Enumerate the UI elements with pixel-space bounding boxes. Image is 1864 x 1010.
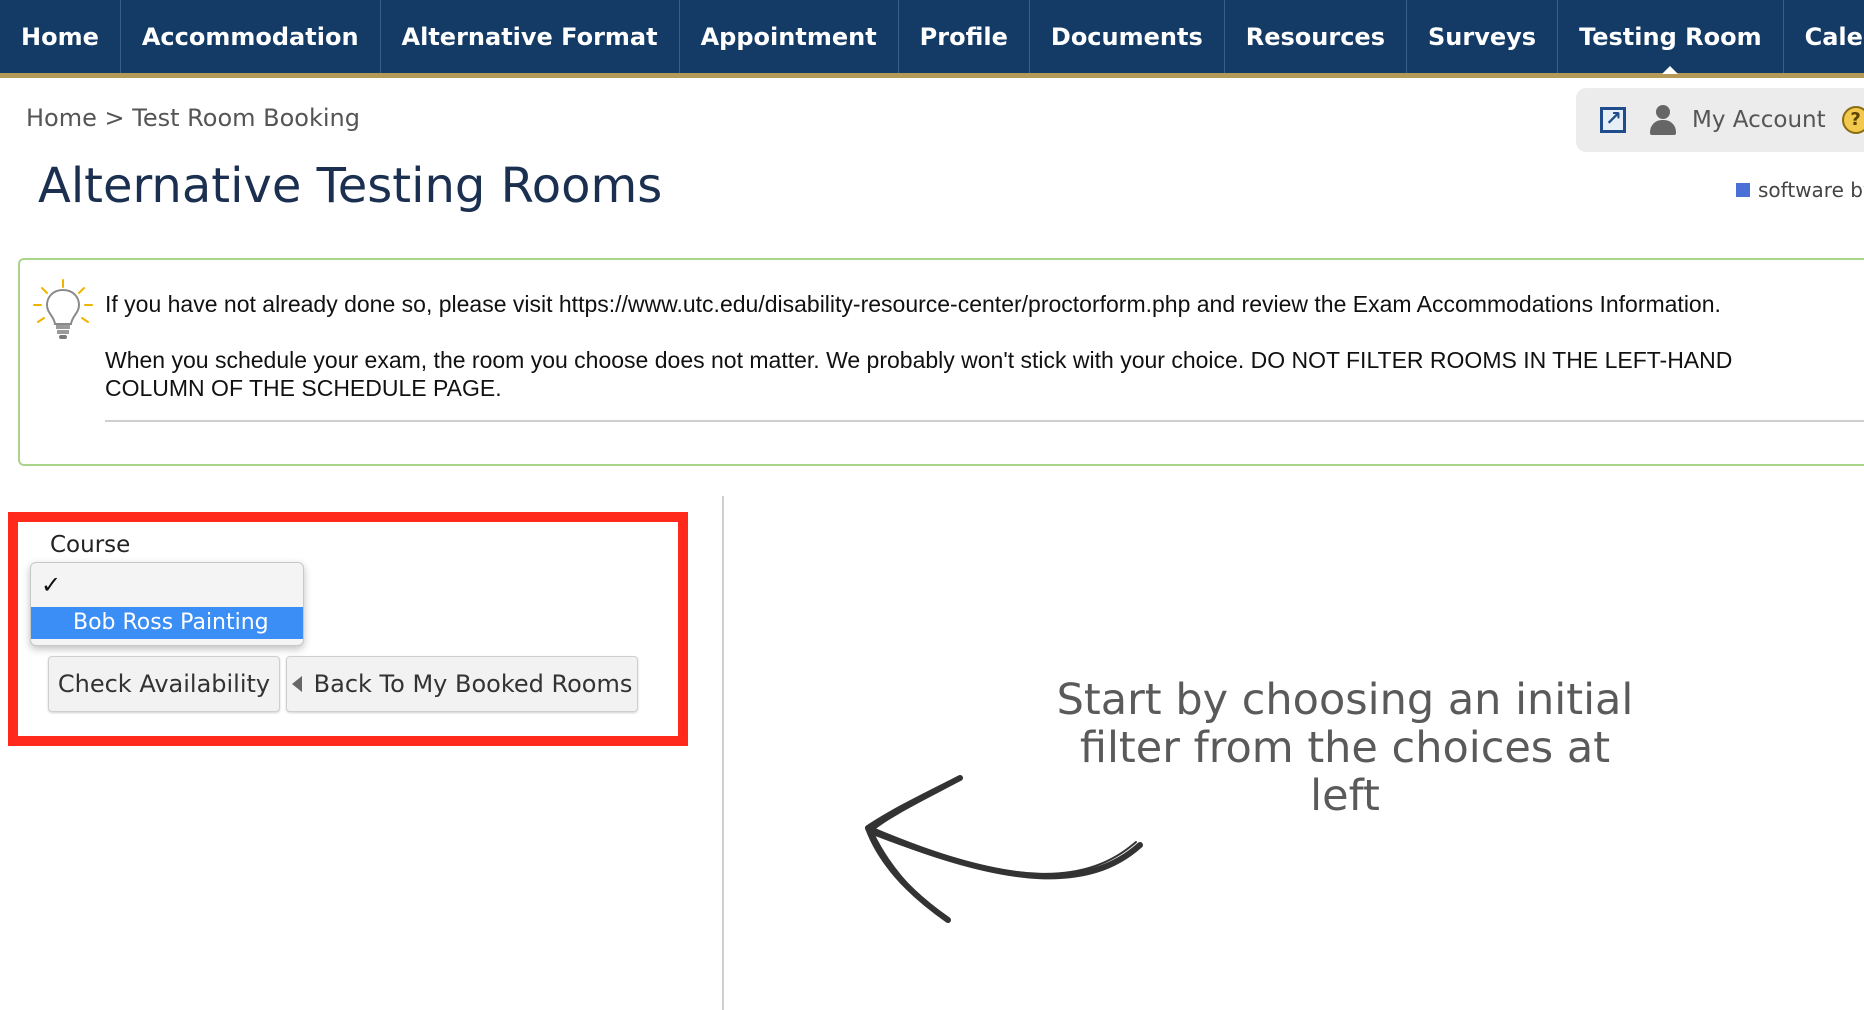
breadcrumb-separator: > bbox=[104, 104, 125, 132]
nav-item-documents[interactable]: Documents bbox=[1030, 0, 1225, 73]
nav-item-surveys[interactable]: Surveys bbox=[1407, 0, 1559, 73]
my-account-link[interactable]: My Account bbox=[1692, 107, 1826, 133]
check-availability-label: Check Availability bbox=[57, 670, 271, 698]
notice-text: If you have not already done so, please … bbox=[105, 290, 1825, 430]
course-option-bob-ross-painting[interactable]: Bob Ross Painting bbox=[31, 607, 303, 639]
breadcrumb-home-link[interactable]: Home bbox=[26, 104, 97, 132]
course-option-blank[interactable]: ✓ bbox=[31, 563, 303, 607]
lightbulb-icon bbox=[33, 279, 93, 339]
course-label: Course bbox=[50, 532, 131, 558]
nav-item-calendar[interactable]: Calendar bbox=[1784, 0, 1864, 73]
popout-icon[interactable] bbox=[1600, 106, 1626, 133]
account-bar: My Account ? bbox=[1576, 88, 1864, 152]
column-divider bbox=[722, 496, 724, 1010]
nav-item-profile[interactable]: Profile bbox=[899, 0, 1030, 73]
notice-divider bbox=[105, 420, 1864, 422]
notice-line-room-choice: When you schedule your exam, the room yo… bbox=[105, 347, 1733, 401]
back-to-booked-rooms-label: Back To My Booked Rooms bbox=[313, 670, 633, 698]
nav-item-testing-room[interactable]: Testing Room bbox=[1558, 0, 1784, 74]
help-icon[interactable]: ? bbox=[1841, 106, 1864, 134]
filter-hint-line-1: Start by choosing an initial bbox=[1056, 675, 1634, 725]
software-by-credit[interactable]: software by bbox=[1736, 178, 1864, 202]
arrow-left-icon bbox=[291, 676, 302, 692]
top-navigation: Home Accommodation Alternative Format Ap… bbox=[0, 0, 1864, 78]
checkmark-icon: ✓ bbox=[41, 571, 62, 599]
vendor-logo-icon bbox=[1736, 183, 1750, 197]
nav-item-accommodation[interactable]: Accommodation bbox=[121, 0, 381, 73]
back-to-booked-rooms-button[interactable]: Back To My Booked Rooms bbox=[286, 656, 638, 712]
notice-panel: If you have not already done so, please … bbox=[18, 258, 1864, 466]
nav-item-alternative-format[interactable]: Alternative Format bbox=[381, 0, 680, 73]
nav-item-resources[interactable]: Resources bbox=[1225, 0, 1407, 73]
check-availability-button[interactable]: Check Availability bbox=[48, 656, 280, 712]
hand-drawn-arrow-icon bbox=[865, 775, 1143, 923]
software-by-text: software by bbox=[1758, 178, 1864, 202]
nav-item-home[interactable]: Home bbox=[0, 0, 121, 73]
user-icon bbox=[1648, 105, 1678, 135]
course-dropdown[interactable]: ✓ Bob Ross Painting bbox=[30, 562, 304, 646]
notice-line-proctor-form: If you have not already done so, please … bbox=[105, 291, 1721, 317]
nav-item-appointment[interactable]: Appointment bbox=[680, 0, 899, 73]
page-title: Alternative Testing Rooms bbox=[38, 158, 663, 214]
breadcrumb: Home > Test Room Booking bbox=[26, 104, 360, 132]
breadcrumb-current: Test Room Booking bbox=[132, 104, 360, 132]
